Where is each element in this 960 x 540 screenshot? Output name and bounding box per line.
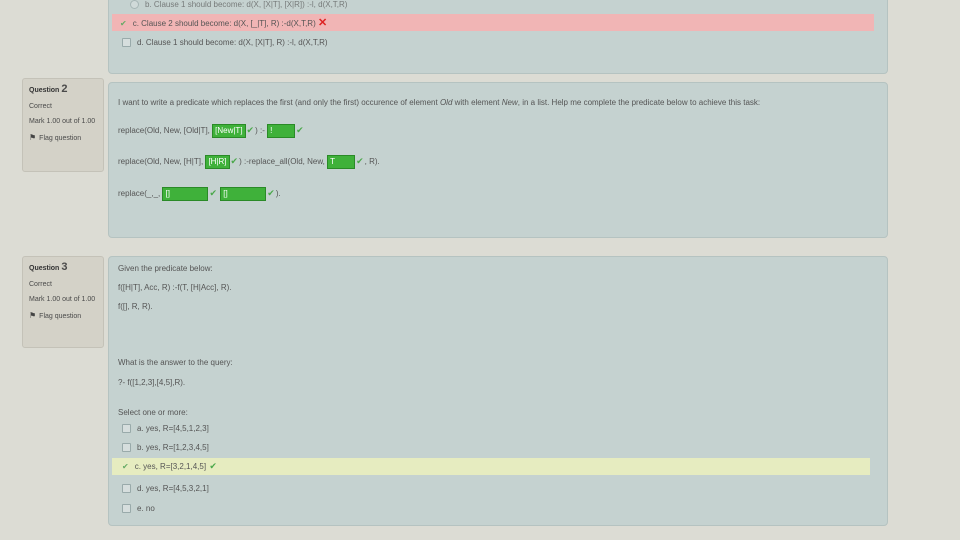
flag-question-link[interactable]: ⚑ Flag question: [29, 311, 97, 320]
q3-intro: Given the predicate below:: [118, 264, 213, 273]
checkbox-icon[interactable]: [122, 484, 131, 494]
q3-code-line-1: f([H|T], Acc, R) :-f(T, [H|Acc], R).: [118, 283, 232, 292]
correct-tick-icon: ✔: [267, 188, 275, 199]
checkbox-icon[interactable]: [122, 424, 131, 434]
drop-answer-1[interactable]: [New|T]: [212, 124, 246, 138]
q1-option-d[interactable]: d. Clause 1 should become: d(X, [X|T], R…: [122, 38, 328, 48]
drop-answer-5[interactable]: []: [162, 187, 209, 201]
question-mark: Mark 1.00 out of 1.00: [29, 296, 96, 303]
checkbox-icon[interactable]: [122, 504, 131, 514]
question-2-info: Question 2 Correct Mark 1.00 out of 1.00 …: [22, 78, 104, 172]
q3-question: What is the answer to the query:: [118, 358, 233, 367]
q2-line-1: replace(Old, New, [Old|T], [New|T] ✔) :- …: [118, 124, 305, 138]
check-icon[interactable]: ✔: [122, 462, 129, 471]
q3-query: ?- f([1,2,3],[4,5],R).: [118, 378, 186, 387]
q1-option-c[interactable]: ✔ c. Clause 2 should become: d(X, [_|T], …: [112, 14, 874, 31]
checkbox-icon[interactable]: [122, 443, 131, 453]
drop-answer-6[interactable]: []: [220, 187, 267, 201]
correct-tick-icon: ✔: [209, 188, 218, 199]
q3-option-d[interactable]: d. yes, R=[4,5,3,2,1]: [122, 484, 209, 494]
question-3-info: Question 3 Correct Mark 1.00 out of 1.00 …: [22, 256, 104, 348]
incorrect-icon: ✕: [317, 17, 328, 29]
q1-option-b[interactable]: b. Clause 1 should become: d(X, [X|T], […: [130, 0, 347, 10]
q3-option-a[interactable]: a. yes, R=[4,5,1,2,3]: [122, 424, 209, 434]
question-1-box: [108, 0, 888, 74]
flag-icon: ⚑: [29, 133, 37, 142]
question-title: Question 3: [29, 261, 68, 273]
q3-select-hint: Select one or more:: [118, 408, 188, 417]
question-status: Correct: [29, 281, 52, 288]
question-status: Correct: [29, 103, 52, 110]
correct-tick-icon: ✔: [296, 125, 304, 136]
q2-prompt: I want to write a predicate which replac…: [118, 98, 761, 107]
checkbox-icon[interactable]: [122, 38, 131, 48]
flag-question-link[interactable]: ⚑ Flag question: [29, 133, 97, 142]
drop-answer-2[interactable]: !: [267, 124, 296, 138]
drop-answer-4[interactable]: T: [327, 155, 356, 169]
question-title: Question 2: [29, 83, 68, 95]
correct-tick-icon: ✔: [356, 156, 364, 167]
correct-tick-icon: ✔: [246, 125, 255, 136]
q2-line-2: replace(Old, New, [H|T], [H|R] ✔) :-repla…: [118, 155, 380, 169]
question-mark: Mark 1.00 out of 1.00: [29, 118, 96, 125]
correct-tick-icon: ✔: [209, 461, 217, 471]
q3-code-line-2: f([], R, R).: [118, 302, 153, 311]
flag-icon: ⚑: [29, 311, 37, 320]
q3-option-e[interactable]: e. no: [122, 504, 155, 514]
q3-option-c[interactable]: ✔ c. yes, R=[3,2,1,4,5] ✔: [112, 458, 870, 475]
q3-option-b[interactable]: b. yes, R=[1,2,3,4,5]: [122, 443, 209, 453]
question-3-box: [108, 256, 888, 526]
drop-answer-3[interactable]: [H|R]: [205, 155, 230, 169]
check-icon[interactable]: ✔: [120, 19, 127, 28]
q2-line-3: replace(_,_, [] ✔ [] ✔).: [118, 187, 281, 201]
correct-tick-icon: ✔: [230, 156, 239, 167]
radio-icon[interactable]: [130, 0, 139, 10]
